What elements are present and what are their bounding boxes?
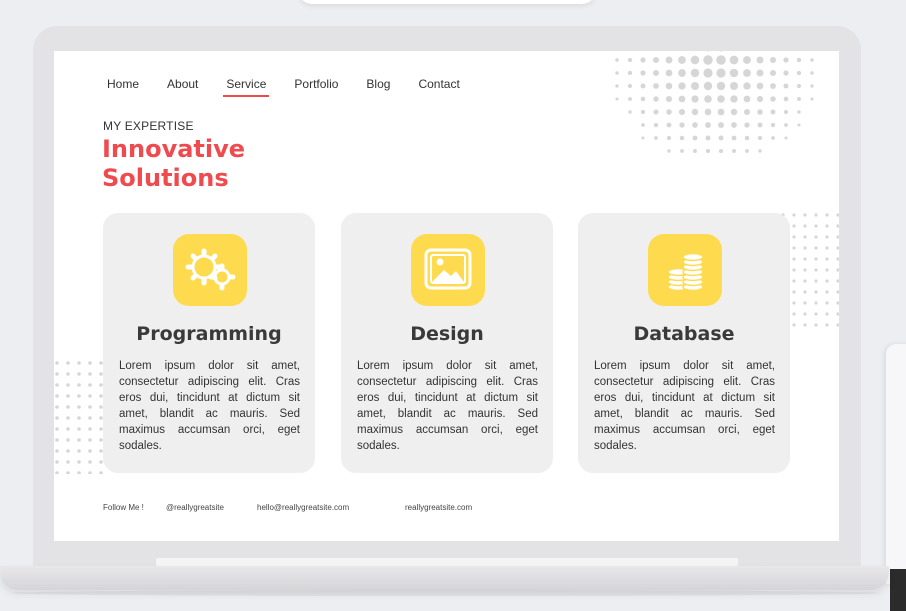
laptop-base	[0, 566, 889, 590]
image-icon	[411, 234, 485, 306]
service-card-database[interactable]: Database Lorem ipsum dolor sit amet, con…	[578, 213, 790, 473]
nav-blog[interactable]: Blog	[366, 77, 390, 97]
nav-about[interactable]: About	[167, 77, 198, 97]
footer-website[interactable]: reallygreatsite.com	[405, 503, 472, 512]
background-side-card	[886, 344, 906, 584]
background-tab-card	[298, 0, 596, 4]
background-dark-strip	[890, 569, 906, 611]
gears-icon	[173, 234, 247, 306]
laptop-screen: Home About Service Portfolio Blog Contac…	[54, 51, 839, 541]
decorative-dot-globe	[615, 51, 814, 153]
footer-handle[interactable]: @reallygreatsite	[166, 503, 224, 512]
service-card-design[interactable]: Design Lorem ipsum dolor sit amet, conse…	[341, 213, 553, 473]
card-description: Lorem ipsum dolor sit amet, consectetur …	[119, 360, 300, 452]
laptop-hinge	[156, 558, 738, 566]
card-description: Lorem ipsum dolor sit amet, consectetur …	[594, 360, 775, 452]
card-title: Database	[633, 323, 735, 345]
footer-follow: Follow Me !	[103, 503, 144, 512]
nav-portfolio[interactable]: Portfolio	[294, 77, 338, 97]
nav-service[interactable]: Service	[223, 77, 270, 97]
main-nav: Home About Service Portfolio Blog Contac…	[107, 77, 488, 97]
card-title: Design	[410, 323, 484, 345]
section-headline: Innovative Solutions	[102, 135, 246, 192]
card-description: Lorem ipsum dolor sit amet, consectetur …	[357, 360, 538, 452]
section-eyebrow: MY EXPERTISE	[103, 119, 194, 133]
decorative-dot-grid-left	[55, 361, 103, 474]
footer-email[interactable]: hello@reallygreatsite.com	[257, 503, 349, 512]
database-coins-icon	[648, 234, 722, 306]
nav-contact[interactable]: Contact	[418, 77, 459, 97]
service-card-programming[interactable]: Programming Lorem ipsum dolor sit amet, …	[103, 213, 315, 473]
laptop-shadow	[10, 590, 880, 596]
card-title: Programming	[136, 323, 282, 345]
nav-home[interactable]: Home	[107, 77, 139, 97]
